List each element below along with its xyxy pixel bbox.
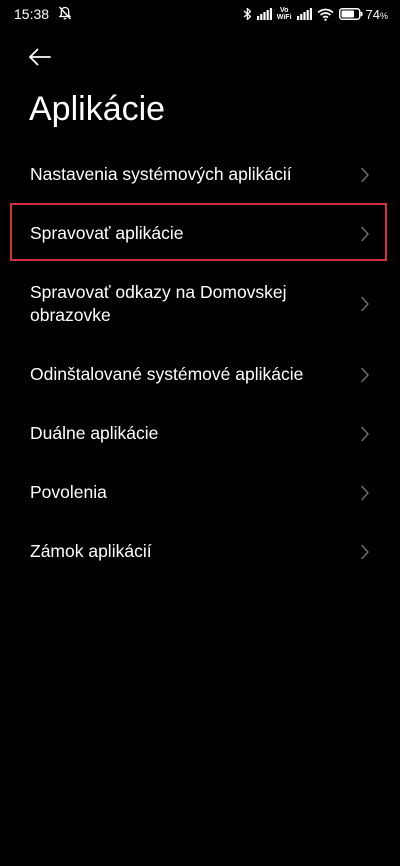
battery-percent-text: 74% [366, 7, 388, 22]
back-button[interactable] [28, 44, 58, 70]
vowifi-bottom-text: WiFi [276, 14, 292, 21]
signal-strength-icon [256, 8, 272, 20]
chevron-right-icon [361, 544, 369, 559]
chevron-right-icon [361, 485, 369, 500]
status-bar: 15:38 Vo WiFi 74% [0, 0, 400, 30]
menu-item-dual-apps[interactable]: Duálne aplikácie [0, 404, 400, 463]
battery-icon [338, 8, 363, 20]
menu-item-app-lock[interactable]: Zámok aplikácií [0, 522, 400, 581]
settings-menu-list: Nastavenia systémových aplikácií Spravov… [0, 145, 400, 581]
menu-item-manage-home-shortcuts[interactable]: Spravovať odkazy na Domovskej obrazovke [0, 263, 400, 345]
menu-item-label: Povolenia [30, 482, 107, 502]
battery-percent-value: 74 [365, 6, 380, 22]
menu-item-label: Odinštalované systémové aplikácie [30, 364, 304, 384]
wifi-icon [317, 8, 334, 21]
page-title: Aplikácie [29, 90, 166, 128]
menu-item-permissions[interactable]: Povolenia [0, 463, 400, 522]
battery-indicator: 74% [338, 7, 388, 22]
bluetooth-icon [243, 7, 252, 21]
vowifi-indicator: Vo WiFi [277, 7, 292, 21]
menu-item-uninstalled-system-apps[interactable]: Odinštalované systémové aplikácie [0, 345, 400, 404]
chevron-right-icon [361, 226, 369, 241]
chevron-right-icon [361, 167, 369, 182]
menu-item-manage-apps[interactable]: Spravovať aplikácie [0, 204, 400, 263]
menu-item-label: Spravovať aplikácie [30, 223, 184, 243]
status-icons: Vo WiFi 74% [243, 3, 388, 25]
vowifi-top-text: Vo [279, 7, 289, 14]
notifications-muted-icon [57, 5, 73, 21]
chevron-right-icon [361, 426, 369, 441]
menu-item-label: Zámok aplikácií [30, 541, 152, 561]
menu-item-label: Nastavenia systémových aplikácií [30, 164, 292, 184]
back-arrow-icon [29, 48, 51, 66]
menu-item-system-app-settings[interactable]: Nastavenia systémových aplikácií [0, 145, 400, 204]
status-time: 15:38 [14, 6, 50, 22]
battery-percent-symbol: % [379, 10, 388, 21]
menu-item-label: Spravovať odkazy na Domovskej obrazovke [30, 282, 287, 325]
menu-item-label: Duálne aplikácie [30, 423, 159, 443]
signal-strength-icon-2 [296, 8, 312, 20]
chevron-right-icon [361, 367, 369, 382]
chevron-right-icon [361, 296, 369, 312]
